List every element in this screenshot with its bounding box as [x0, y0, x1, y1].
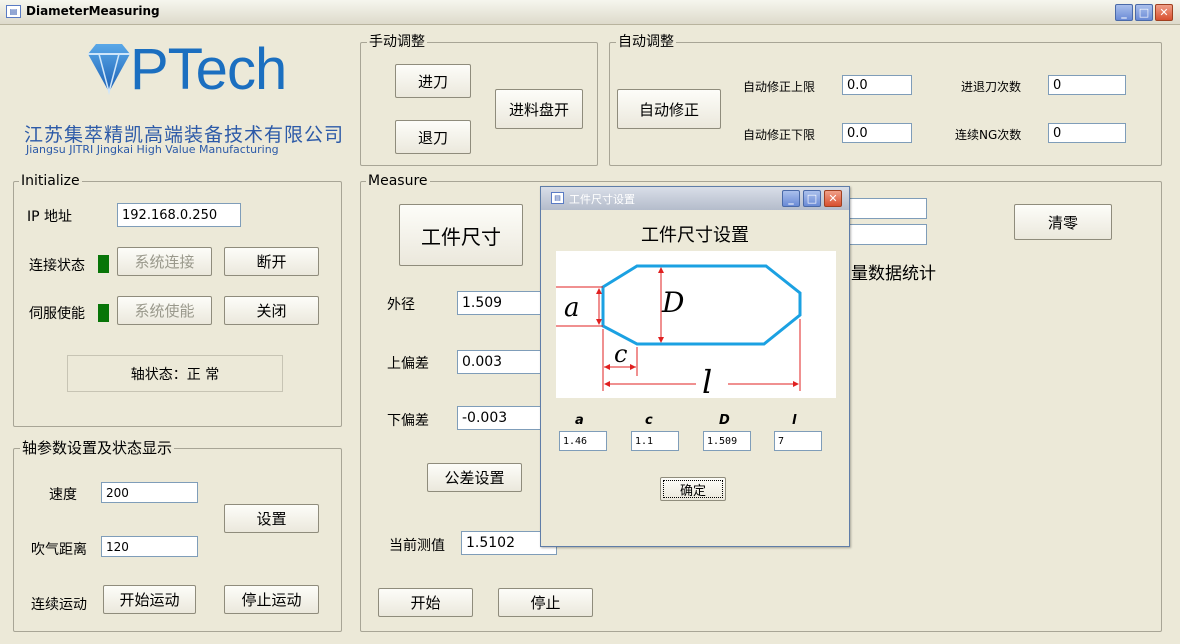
advance-count-label: 进退刀次数 [961, 80, 1022, 94]
tolerance-settings-button[interactable]: 公差设置 [427, 463, 522, 492]
feed-open-button[interactable]: 进料盘开 [495, 89, 583, 129]
auto-adjust-legend: 自动调整 [616, 33, 676, 51]
connect-button[interactable]: 系统连接 [117, 247, 212, 276]
speed-input[interactable]: 200 [101, 482, 198, 503]
maximize-button[interactable]: □ [1135, 4, 1153, 21]
stats-label: 量数据统计 [851, 264, 936, 284]
start-button[interactable]: 开始 [378, 588, 473, 617]
field-label-c: c [645, 413, 653, 428]
axis-status-display: 轴状态：正 常 [67, 355, 283, 392]
stats-input-2[interactable] [849, 224, 927, 245]
minimize-button[interactable]: _ [1115, 4, 1133, 21]
diagram-label-a: a [564, 293, 580, 323]
current-value-label: 当前测值 [389, 538, 445, 554]
manual-adjust-group: 手动调整 进刀 退刀 进料盘开 [360, 33, 598, 166]
servo-enable-label: 伺服使能 [29, 306, 85, 322]
workpiece-size-dialog: ▤ 工件尺寸设置 _ □ ✕ 工件尺寸设置 a D c l a c D l 1.… [540, 186, 850, 547]
window-title: DiameterMeasuring [26, 4, 160, 18]
app-icon: ▤ [6, 5, 21, 18]
set-button[interactable]: 设置 [224, 504, 319, 533]
dialog-close-button[interactable]: ✕ [824, 190, 842, 207]
start-motion-button[interactable]: 开始运动 [103, 585, 196, 614]
dialog-heading: 工件尺寸设置 [641, 225, 749, 246]
stats-input-1[interactable] [849, 198, 927, 219]
measure-legend: Measure [366, 172, 430, 190]
brand-name: PTech [130, 37, 287, 102]
disconnect-button[interactable]: 断开 [224, 247, 319, 276]
field-input-c[interactable]: 1.1 [631, 431, 679, 451]
field-label-D: D [719, 413, 730, 428]
auto-correct-button[interactable]: 自动修正 [617, 89, 721, 129]
company-name-en: Jiangsu JITRI Jingkai High Value Manufac… [26, 143, 279, 156]
auto-adjust-group: 自动调整 自动修正 自动修正上限 0.0 自动修正下限 0.0 进退刀次数 0 … [609, 33, 1162, 166]
dialog-maximize-button[interactable]: □ [803, 190, 821, 207]
lower-limit-input[interactable]: 0.0 [842, 123, 912, 143]
title-bar: ▤ DiameterMeasuring _ □ ✕ [0, 0, 1180, 25]
diamond-logo-icon [88, 44, 130, 95]
blow-distance-label: 吹气距离 [31, 542, 87, 558]
continuous-motion-label: 连续运动 [31, 597, 87, 613]
initialize-group: Initialize IP 地址 192.168.0.250 连接状态 系统连接… [13, 172, 342, 427]
workpiece-size-button[interactable]: 工件尺寸 [399, 204, 523, 266]
upper-deviation-label: 上偏差 [387, 356, 429, 372]
diagram-label-D: D [661, 286, 684, 319]
connection-status-led [98, 255, 109, 273]
company-logo: PTech 江苏集萃精凯高端装备技术有限公司 Jiangsu JITRI Jin… [22, 37, 343, 158]
connection-status-label: 连接状态 [29, 258, 85, 274]
clear-button[interactable]: 清零 [1014, 204, 1112, 240]
upper-limit-input[interactable]: 0.0 [842, 75, 912, 95]
servo-enable-led [98, 304, 109, 322]
workpiece-diagram: a D c l [556, 251, 836, 398]
workpiece-outline [601, 264, 802, 346]
advance-count-input[interactable]: 0 [1048, 75, 1126, 95]
diagram-label-c: c [614, 340, 627, 368]
axis-params-group: 轴参数设置及状态显示 速度 200 设置 吹气距离 120 连续运动 开始运动 … [13, 439, 342, 632]
upper-limit-label: 自动修正上限 [743, 80, 816, 94]
manual-adjust-legend: 手动调整 [367, 33, 427, 51]
close-button[interactable]: ✕ [1155, 4, 1173, 21]
field-input-l[interactable]: 7 [774, 431, 822, 451]
diagram-label-l: l [702, 363, 712, 398]
enable-button[interactable]: 系统使能 [117, 296, 212, 325]
field-label-a: a [575, 413, 584, 428]
close-servo-button[interactable]: 关闭 [224, 296, 319, 325]
advance-button[interactable]: 进刀 [395, 64, 471, 98]
field-input-a[interactable]: 1.46 [559, 431, 607, 451]
dialog-minimize-button[interactable]: _ [782, 190, 800, 207]
lower-deviation-label: 下偏差 [387, 413, 429, 429]
field-label-l: l [792, 413, 797, 428]
outer-diameter-label: 外径 [387, 297, 415, 313]
dialog-title: 工件尺寸设置 [569, 193, 635, 206]
blow-distance-input[interactable]: 120 [101, 536, 198, 557]
retract-button[interactable]: 退刀 [395, 120, 471, 154]
stop-button[interactable]: 停止 [498, 588, 593, 617]
stop-motion-button[interactable]: 停止运动 [224, 585, 319, 614]
ng-count-label: 连续NG次数 [955, 128, 1022, 142]
dialog-title-bar: ▤ 工件尺寸设置 _ □ ✕ [541, 187, 849, 210]
field-input-D[interactable]: 1.509 [703, 431, 751, 451]
ok-button[interactable]: 确定 [660, 477, 726, 501]
axis-params-legend: 轴参数设置及状态显示 [20, 439, 175, 457]
lower-limit-label: 自动修正下限 [743, 128, 816, 142]
ip-address-input[interactable]: 192.168.0.250 [117, 203, 241, 227]
dialog-app-icon: ▤ [551, 192, 564, 204]
ip-label: IP 地址 [27, 209, 73, 225]
initialize-legend: Initialize [19, 172, 82, 190]
speed-label: 速度 [49, 487, 77, 503]
ng-count-input[interactable]: 0 [1048, 123, 1126, 143]
